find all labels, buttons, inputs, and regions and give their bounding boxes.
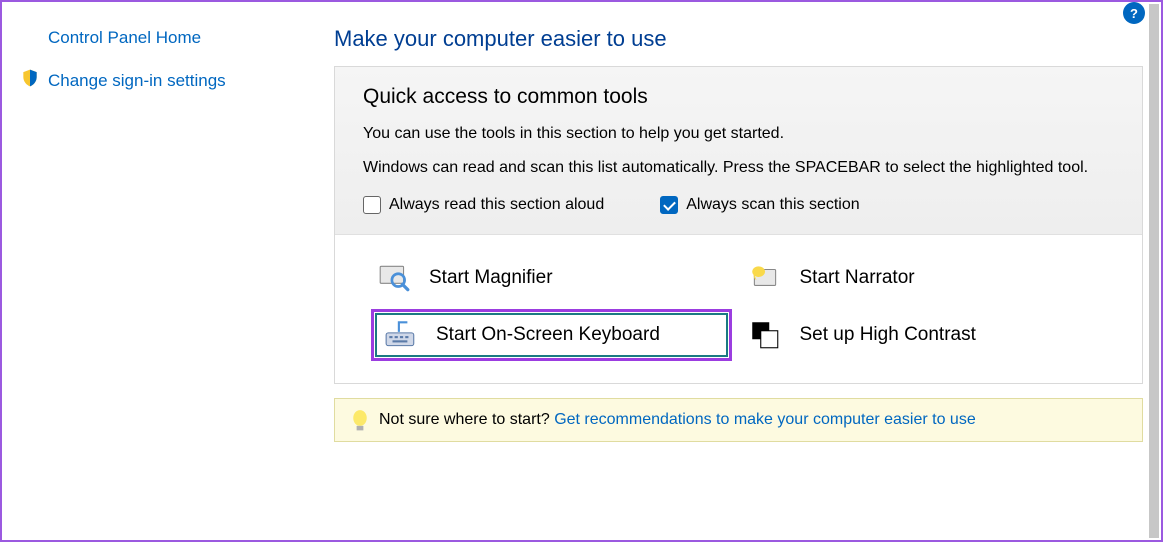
high-contrast-tool[interactable]: Set up High Contrast xyxy=(742,309,1103,361)
page-title: Make your computer easier to use xyxy=(334,26,1143,52)
scrollbar[interactable] xyxy=(1149,4,1159,538)
quick-access-heading: Quick access to common tools xyxy=(363,85,1114,109)
high-contrast-label: Set up High Contrast xyxy=(800,324,976,346)
quick-access-desc1: You can use the tools in this section to… xyxy=(363,121,1114,147)
narrator-tool[interactable]: Start Narrator xyxy=(742,257,1103,299)
magnifier-tool[interactable]: Start Magnifier xyxy=(371,257,732,299)
magnifier-icon xyxy=(377,261,411,295)
magnifier-label: Start Magnifier xyxy=(429,267,553,289)
scan-section-checkbox[interactable] xyxy=(660,196,678,214)
control-panel-home-link[interactable]: Control Panel Home xyxy=(20,28,312,48)
recommendations-bar: Not sure where to start? Get recommendat… xyxy=(334,398,1143,442)
read-aloud-checkbox-row[interactable]: Always read this section aloud xyxy=(363,196,604,214)
help-button[interactable]: ? xyxy=(1123,2,1145,24)
narrator-label: Start Narrator xyxy=(800,267,915,289)
sidebar-home-label: Control Panel Home xyxy=(48,28,201,48)
tools-grid: Start Magnifier Start Narrator Start On-… xyxy=(335,235,1142,383)
read-aloud-label: Always read this section aloud xyxy=(389,196,604,214)
quick-access-header: Quick access to common tools You can use… xyxy=(335,67,1142,235)
sidebar-signin-label: Change sign-in settings xyxy=(48,71,226,91)
on-screen-keyboard-label: Start On-Screen Keyboard xyxy=(436,324,660,346)
change-signin-settings-link[interactable]: Change sign-in settings xyxy=(20,68,312,93)
high-contrast-icon xyxy=(748,318,782,352)
main-content: Make your computer easier to use Quick a… xyxy=(332,2,1161,540)
shield-icon xyxy=(20,68,40,93)
quick-access-panel: Quick access to common tools You can use… xyxy=(334,66,1143,384)
recommendations-text: Not sure where to start? Get recommendat… xyxy=(379,411,976,429)
quick-access-desc2: Windows can read and scan this list auto… xyxy=(363,155,1114,181)
lightbulb-icon xyxy=(351,409,369,431)
sidebar: Control Panel Home Change sign-in settin… xyxy=(2,2,332,540)
scan-section-checkbox-row[interactable]: Always scan this section xyxy=(660,196,859,214)
recommendations-prompt: Not sure where to start? xyxy=(379,411,554,428)
on-screen-keyboard-tool[interactable]: Start On-Screen Keyboard xyxy=(371,309,732,361)
keyboard-icon xyxy=(384,318,418,352)
scrollbar-thumb[interactable] xyxy=(1149,4,1159,538)
narrator-icon xyxy=(748,261,782,295)
recommendations-link[interactable]: Get recommendations to make your compute… xyxy=(554,411,976,428)
scan-section-label: Always scan this section xyxy=(686,196,859,214)
read-aloud-checkbox[interactable] xyxy=(363,196,381,214)
